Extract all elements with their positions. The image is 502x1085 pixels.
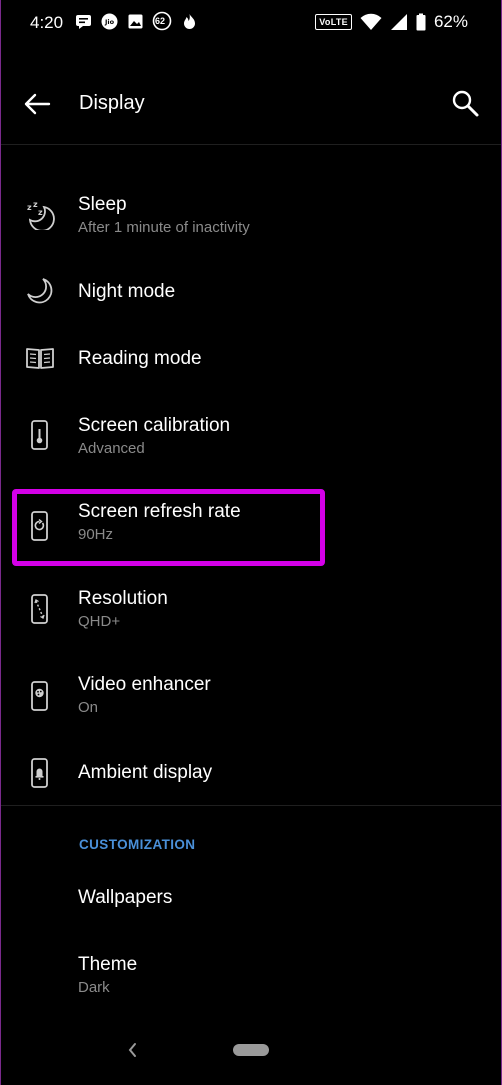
search-icon <box>452 90 479 117</box>
moon-icon <box>23 274 57 308</box>
thermometer-phone-icon <box>23 418 57 452</box>
item-title: Video enhancer <box>78 674 211 695</box>
status-time: 4:20 <box>30 13 64 32</box>
battery-icon <box>416 13 426 31</box>
app-bar: Display <box>0 74 502 134</box>
palette-phone-icon <box>23 679 57 713</box>
item-title: Reading mode <box>78 348 202 369</box>
section-divider <box>0 805 502 806</box>
settings-item-reading-mode[interactable]: Reading mode <box>0 333 502 387</box>
volte-badge: VoLTE <box>315 14 352 30</box>
message-icon <box>74 12 92 30</box>
item-subtitle: QHD+ <box>78 613 121 630</box>
item-title: Ambient display <box>78 762 213 783</box>
notification-icons: Jio <box>74 11 198 31</box>
item-subtitle: After 1 minute of inactivity <box>78 219 250 236</box>
settings-item-resolution[interactable]: Resolution QHD+ <box>0 576 502 646</box>
header-divider <box>0 144 502 145</box>
item-title: Wallpapers <box>78 887 173 908</box>
item-title: Night mode <box>78 281 176 302</box>
flame-icon <box>180 12 198 30</box>
settings-item-sleep[interactable]: z z z Sleep After 1 minute of inactivity <box>0 180 502 250</box>
chevron-left-icon <box>128 1043 136 1057</box>
jio-icon: Jio <box>100 12 118 30</box>
signal-icon <box>390 13 408 31</box>
home-gesture-pill[interactable] <box>233 1044 269 1056</box>
svg-text:Jio: Jio <box>103 18 114 26</box>
status-bar: 4:20 Jio 62 VoLTE 62% <box>0 0 502 46</box>
settings-item-video-enhancer[interactable]: Video enhancer On <box>0 662 502 732</box>
item-title: Screen calibration <box>78 415 231 436</box>
sleep-icon: z z z <box>23 197 57 231</box>
section-header-customization: CUSTOMIZATION <box>79 837 196 852</box>
item-title: Theme <box>78 954 138 975</box>
settings-item-ambient-display[interactable]: Ambient display <box>0 746 502 800</box>
settings-item-wallpapers[interactable]: Wallpapers <box>0 874 502 924</box>
item-subtitle: Advanced <box>78 440 145 457</box>
search-button[interactable] <box>450 88 480 118</box>
gallery-icon <box>126 12 144 30</box>
item-title: Resolution <box>78 588 168 609</box>
svg-text:z: z <box>27 203 32 212</box>
nav-back-button[interactable] <box>124 1040 142 1060</box>
back-button[interactable] <box>22 90 54 118</box>
arrow-left-icon <box>24 93 51 115</box>
bell-phone-icon <box>23 756 57 790</box>
page-title: Display <box>79 92 145 114</box>
item-subtitle: On <box>78 699 99 716</box>
settings-item-night-mode[interactable]: Night mode <box>0 266 502 320</box>
item-title: Sleep <box>78 194 127 215</box>
resolution-phone-icon <box>23 592 57 626</box>
wifi-icon <box>360 13 382 31</box>
battery-percent: 62% <box>433 12 468 31</box>
settings-item-theme[interactable]: Theme Dark <box>0 942 502 1012</box>
svg-text:z: z <box>38 208 43 217</box>
highlight-box <box>12 489 325 566</box>
settings-item-screen-calibration[interactable]: Screen calibration Advanced <box>0 402 502 472</box>
notification-badge-label: 62 <box>154 16 165 26</box>
item-subtitle: Dark <box>78 979 110 996</box>
book-icon <box>23 341 57 375</box>
status-right: VoLTE 62% <box>315 12 468 32</box>
